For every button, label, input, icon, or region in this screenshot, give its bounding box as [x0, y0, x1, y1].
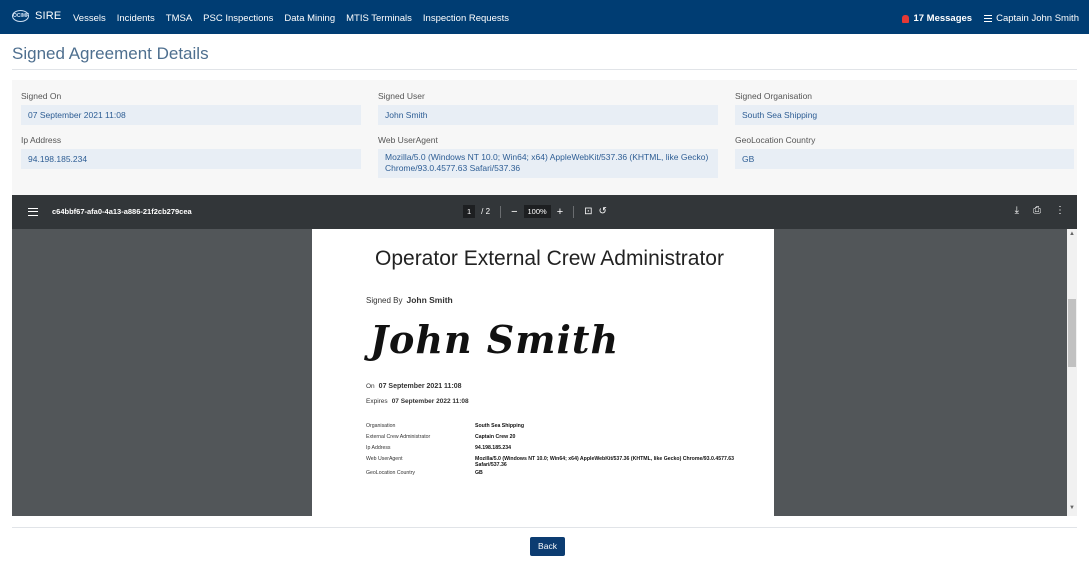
pdf-scrollbar[interactable]: [1067, 229, 1077, 516]
nav-item-vessels[interactable]: Vessels: [73, 13, 106, 24]
pdf-page-controls: 1 / 2 − 100% + ⊡ ↺: [463, 205, 607, 218]
zoom-in-icon[interactable]: +: [557, 206, 563, 218]
menu-icon[interactable]: [28, 208, 38, 216]
nav-item-mtis-terminals[interactable]: MTIS Terminals: [346, 13, 412, 24]
row-value: GB: [475, 470, 483, 476]
useragent-line-1: Mozilla/5.0 (Windows NT 10.0; Win64; x64…: [385, 152, 709, 162]
pdf-actions: ⤓ ⎙ ⋮: [1015, 205, 1065, 216]
signed-on-label: Signed On: [21, 91, 62, 101]
geolocation-label: GeoLocation Country: [735, 135, 816, 145]
signed-by-label: Signed By: [366, 296, 403, 305]
pdf-page: Operator External Crew Administrator Sig…: [312, 229, 774, 516]
pdf-viewer: c64bbf67-afa0-4a13-a886-21f2cb279cea 1 /…: [12, 195, 1077, 516]
messages-count: 17 Messages: [913, 13, 973, 24]
fit-page-icon[interactable]: ⊡: [584, 206, 592, 217]
nav-item-inspection-requests[interactable]: Inspection Requests: [423, 13, 509, 24]
ip-address-value: 94.198.185.234: [21, 149, 361, 169]
back-button[interactable]: Back: [530, 537, 565, 556]
useragent-line-2: Chrome/93.0.4577.63 Safari/537.36: [385, 163, 521, 173]
expires-label: Expires: [366, 398, 388, 405]
document-title: Operator External Crew Administrator: [375, 247, 724, 270]
brand[interactable]: OCIMF SIRE: [12, 10, 61, 22]
messages-link[interactable]: 17 Messages: [902, 13, 972, 24]
nav-item-incidents[interactable]: Incidents: [117, 13, 155, 24]
divider: [12, 527, 1077, 528]
signed-user-label: Signed User: [378, 91, 425, 101]
scroll-down-icon[interactable]: ▼: [1069, 505, 1075, 511]
document-name: c64bbf67-afa0-4a13-a886-21f2cb279cea: [52, 207, 192, 216]
signed-organisation-label: Signed Organisation: [735, 91, 813, 101]
menu-icon: [984, 15, 993, 22]
nav-item-tmsa[interactable]: TMSA: [166, 13, 192, 24]
expires-value: 07 September 2022 11:08: [391, 398, 469, 405]
web-useragent-label: Web UserAgent: [378, 135, 438, 145]
page-total: / 2: [481, 207, 491, 216]
nav-item-data-mining[interactable]: Data Mining: [284, 13, 335, 24]
row-value: Mozilla/5.0 (Windows NT 10.0; Win64; x64…: [475, 456, 735, 468]
toolbar-separator: [500, 205, 502, 218]
brand-name: SIRE: [35, 10, 62, 22]
toolbar-separator: [573, 205, 575, 218]
row-key: Ip Address: [366, 445, 391, 451]
more-options-icon[interactable]: ⋮: [1055, 205, 1065, 216]
rotate-icon[interactable]: ↺: [599, 206, 607, 217]
agreement-details-panel: Signed On 07 September 2021 11:08 Signed…: [12, 80, 1077, 195]
signed-organisation-value: South Sea Shipping: [735, 105, 1074, 125]
zoom-level-input[interactable]: 100%: [523, 205, 551, 218]
scroll-up-icon[interactable]: ▲: [1069, 231, 1075, 237]
signed-by-name: John Smith: [406, 295, 453, 305]
page-number-input[interactable]: 1: [463, 205, 476, 218]
on-label: On: [366, 383, 375, 390]
signed-on-value: 07 September 2021 11:08: [21, 105, 361, 125]
row-value: South Sea Shipping: [475, 423, 524, 429]
print-icon[interactable]: ⎙: [1033, 205, 1041, 216]
top-navbar: OCIMF SIRE Vessels Incidents TMSA PSC In…: [0, 0, 1089, 34]
pdf-scroll-thumb[interactable]: [1068, 299, 1076, 367]
signature: John Smith: [370, 317, 620, 362]
ip-address-label: Ip Address: [21, 135, 62, 145]
bell-icon: [902, 14, 910, 23]
row-key: Organisation: [366, 423, 396, 429]
nav-right: 17 Messages Captain John Smith: [902, 13, 1079, 24]
signed-on-line: On 07 September 2021 11:08: [366, 383, 462, 390]
page-title: Signed Agreement Details: [12, 44, 209, 63]
main-nav: Vessels Incidents TMSA PSC Inspections D…: [73, 13, 509, 24]
geolocation-value: GB: [735, 149, 1074, 169]
download-icon[interactable]: ⤓: [1015, 205, 1019, 216]
row-value: Captain Crew 20: [475, 434, 516, 440]
signed-by-line: Signed By John Smith: [366, 295, 453, 305]
expires-line: Expires 07 September 2022 11:08: [366, 398, 469, 405]
web-useragent-value: Mozilla/5.0 (Windows NT 10.0; Win64; x64…: [378, 149, 718, 178]
zoom-out-icon[interactable]: −: [511, 206, 517, 218]
signed-user-value: John Smith: [378, 105, 718, 125]
divider: [12, 69, 1077, 70]
pdf-toolbar: c64bbf67-afa0-4a13-a886-21f2cb279cea 1 /…: [12, 195, 1077, 229]
user-menu[interactable]: Captain John Smith: [984, 13, 1079, 24]
on-value: 07 September 2021 11:08: [378, 383, 462, 390]
nav-item-psc-inspections[interactable]: PSC Inspections: [203, 13, 273, 24]
user-name: Captain John Smith: [996, 13, 1079, 24]
row-key: Web UserAgent: [366, 456, 403, 462]
row-value: 94.198.185.234: [475, 445, 512, 451]
ocimf-logo-icon: OCIMF: [12, 10, 29, 22]
row-key: GeoLocation Country: [366, 470, 416, 476]
row-key: External Crew Administrator: [366, 434, 431, 440]
